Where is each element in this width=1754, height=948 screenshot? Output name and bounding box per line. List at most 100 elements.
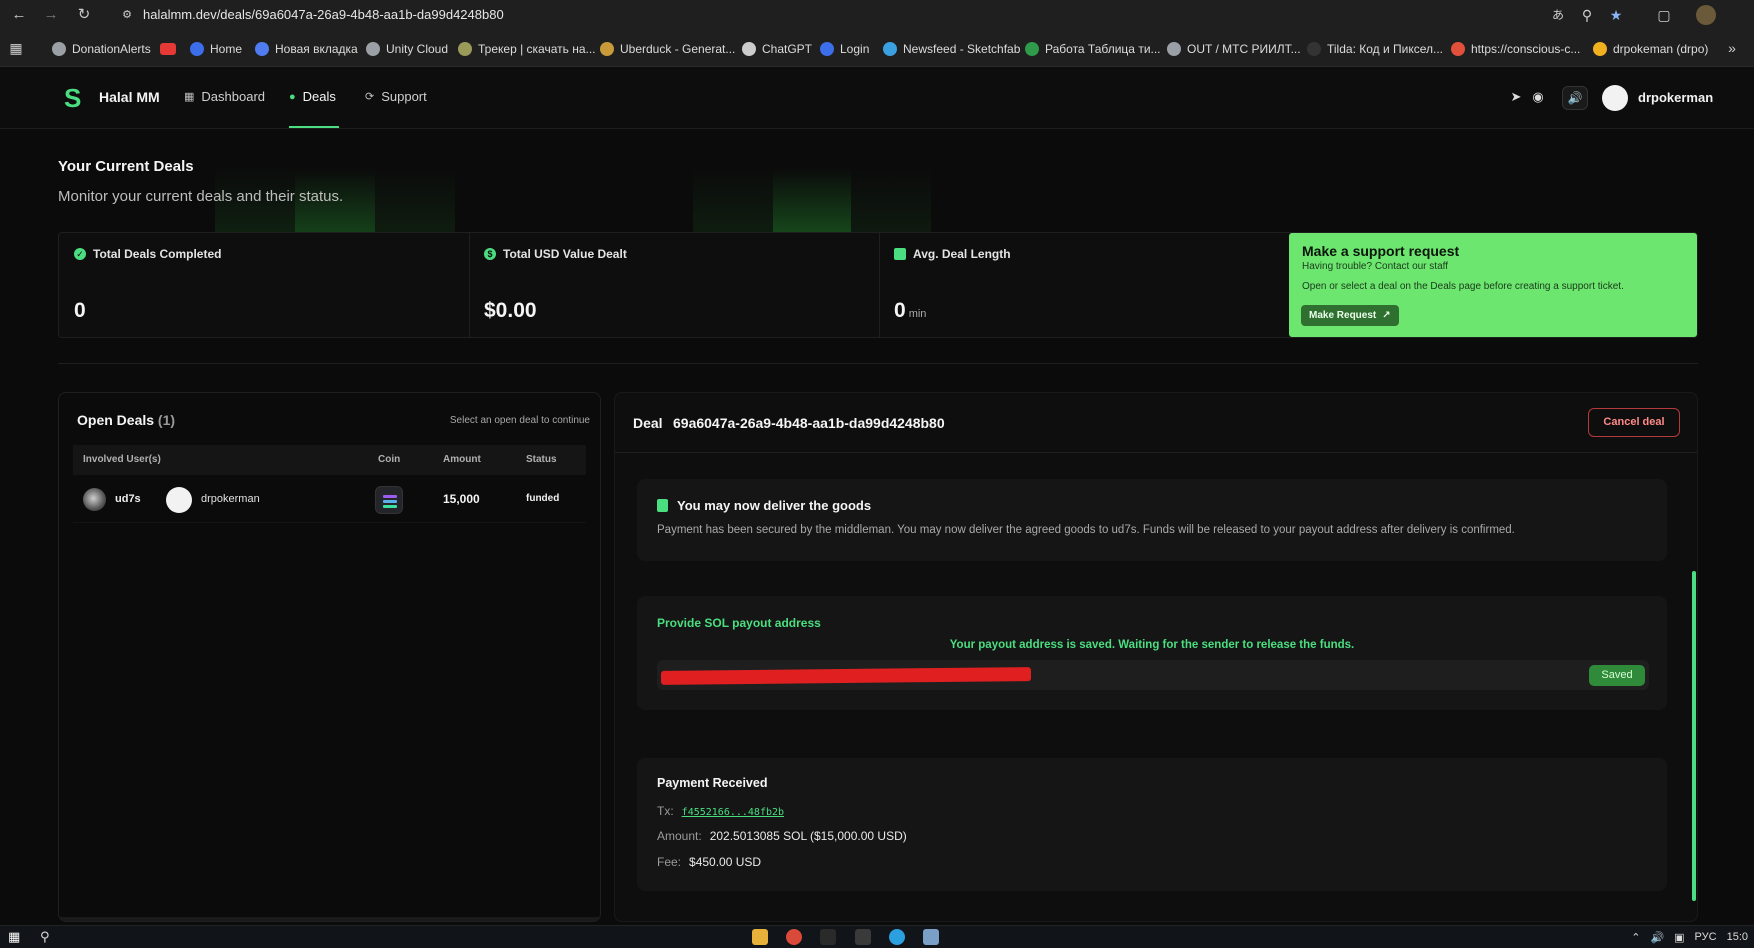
table-row[interactable]: ud7s drpokerman 15,000 funded — [73, 475, 586, 523]
bookmark-favicon-icon — [883, 42, 897, 56]
stat-label: Avg. Deal Length — [894, 247, 1011, 261]
telegram-icon[interactable] — [889, 929, 905, 945]
nav-support[interactable]: ⟳ Support — [365, 89, 427, 104]
apps-grid-icon[interactable]: ▦ — [6, 38, 26, 58]
bookmark-item[interactable]: Unity Cloud — [366, 40, 448, 58]
column-header: Involved User(s) — [83, 454, 161, 465]
sound-toggle-button[interactable]: 🔊 — [1562, 86, 1588, 110]
notice-body: Payment has been secured by the middlema… — [657, 524, 1515, 536]
divider — [58, 363, 1698, 364]
stat-avg-length: Avg. Deal Length 0 min — [879, 233, 1289, 337]
bookmark-star-icon[interactable]: ★ — [1606, 5, 1626, 25]
bookmark-item[interactable]: Новая вкладка — [255, 40, 358, 58]
bookmark-item[interactable]: Newsfeed - Sketchfab — [883, 40, 1020, 58]
scrollbar-thumb[interactable] — [1692, 571, 1696, 901]
column-header: Coin — [378, 454, 401, 465]
deal-detail-panel: Deal 69a6047a-26a9-4b48-aa1b-da99d4248b8… — [614, 392, 1698, 922]
fee-row: Fee: $450.00 USD — [657, 855, 761, 869]
browser-toolbar: ← → ↻ ⚙ halalmm.dev/deals/69a6047a-26a9-… — [0, 0, 1754, 30]
os-taskbar: ▦ ⚲ ⌃ 🔊 ▣ РУС 15:0 — [0, 925, 1754, 948]
app-header: S Halal MM ▦ Dashboard ● Deals ⟳ Support… — [0, 67, 1754, 129]
bookmark-item[interactable]: drpokeman (drpo) — [1593, 40, 1708, 58]
logo-icon[interactable]: S — [64, 84, 86, 112]
bookmark-item[interactable]: OUT / МТС РИИЛТ... — [1167, 40, 1301, 58]
network-icon[interactable]: ▣ — [1674, 931, 1684, 944]
amount-value: 202.5013085 SOL ($15,000.00 USD) — [709, 829, 907, 843]
cancel-deal-button[interactable]: Cancel deal — [1588, 408, 1680, 437]
amount-label: Amount: — [657, 829, 702, 843]
clock[interactable]: 15:0 — [1727, 931, 1748, 944]
table-header: Involved User(s) Coin Amount Status — [73, 445, 586, 475]
telegram-icon[interactable]: ➤ — [1507, 88, 1525, 106]
file-explorer-icon[interactable] — [752, 929, 768, 945]
translate-icon[interactable]: あ — [1548, 5, 1568, 25]
bookmark-label: drpokeman (drpo) — [1613, 42, 1709, 56]
payout-status: Your payout address is saved. Waiting fo… — [949, 639, 1355, 651]
active-nav-indicator — [289, 126, 339, 128]
profile-icon[interactable] — [1696, 5, 1716, 25]
saved-button[interactable]: Saved — [1589, 665, 1645, 686]
app-icon[interactable] — [820, 929, 836, 945]
bookmark-label: Tilda: Код и Пиксел... — [1327, 42, 1443, 56]
extensions-icon[interactable]: ▢ — [1654, 5, 1674, 25]
language-indicator[interactable]: РУС — [1695, 931, 1717, 944]
dollar-icon: $ — [484, 248, 496, 260]
make-request-button[interactable]: Make Request ↗ — [1301, 305, 1399, 326]
tray-chevron-icon[interactable]: ⌃ — [1631, 931, 1640, 944]
column-header: Amount — [443, 454, 481, 465]
app-icon[interactable] — [855, 929, 871, 945]
bookmark-label: https://conscious-c... — [1471, 42, 1581, 56]
support-description: Open or select a deal on the Deals page … — [1302, 281, 1624, 292]
payout-address-input[interactable]: Saved — [657, 660, 1649, 690]
bookmark-item[interactable]: https://conscious-c... — [1451, 40, 1580, 58]
site-info-icon[interactable]: ⚙ — [117, 5, 137, 25]
chrome-icon[interactable] — [786, 929, 802, 945]
brand-name[interactable]: Halal MM — [99, 89, 160, 105]
bookmark-favicon-icon — [600, 42, 614, 56]
button-label: Make Request — [1309, 310, 1377, 321]
bookmark-item[interactable]: ChatGPT — [742, 40, 812, 58]
bookmark-item[interactable]: Работа Таблица ти... — [1025, 40, 1161, 58]
url-text[interactable]: halalmm.dev/deals/69a6047a-26a9-4b48-aa1… — [143, 7, 504, 22]
username[interactable]: drpokerman — [1638, 90, 1713, 105]
deals-count: (1) — [157, 412, 176, 428]
bookmark-label: Newsfeed - Sketchfab — [903, 42, 1021, 56]
scrollbar[interactable] — [1692, 461, 1697, 915]
more-bookmarks-icon[interactable]: » — [1722, 38, 1742, 58]
scrollbar[interactable] — [59, 917, 600, 921]
solana-icon — [375, 486, 403, 514]
bookmark-item[interactable]: DonationAlerts — [52, 40, 151, 58]
bookmark-item[interactable]: Tilda: Код и Пиксел... — [1307, 40, 1443, 58]
nav-deals[interactable]: ● Deals — [289, 89, 336, 104]
open-deals-hint: Select an open deal to continue — [449, 415, 590, 426]
bookmark-favicon-icon — [1307, 42, 1321, 56]
hero-glow — [851, 168, 931, 232]
stat-number: 0 — [894, 299, 906, 322]
reload-icon[interactable]: ↻ — [73, 4, 95, 26]
avatar[interactable] — [1602, 85, 1628, 111]
volume-icon[interactable]: 🔊 — [1650, 931, 1664, 944]
support-icon: ⟳ — [365, 91, 375, 103]
support-title: Make a support request — [1302, 243, 1460, 259]
bookmark-item[interactable]: Трекер | скачать на... — [458, 40, 596, 58]
discord-icon[interactable]: ◉ — [1529, 88, 1547, 106]
forward-icon[interactable]: → — [40, 4, 62, 26]
back-icon[interactable]: ← — [8, 4, 30, 26]
bookmark-label: Uberduck - Generat... — [620, 42, 736, 56]
tx-link[interactable]: f4552166...48fb2b — [682, 807, 784, 818]
stat-label: $ Total USD Value Dealt — [484, 247, 627, 261]
notepad-icon[interactable] — [923, 929, 939, 945]
open-deals-title: Open Deals (1) — [77, 412, 175, 428]
payout-address-card: Provide SOL payout address Your payout a… — [637, 596, 1667, 710]
user-name: ud7s — [115, 493, 141, 505]
nav-label: Deals — [302, 89, 336, 104]
nav-dashboard[interactable]: ▦ Dashboard — [184, 89, 265, 104]
search-icon[interactable]: ⚲ — [40, 929, 56, 945]
bookmark-item[interactable] — [160, 40, 182, 58]
zoom-icon[interactable]: ⚲ — [1577, 5, 1597, 25]
windows-start-icon[interactable]: ▦ — [8, 929, 24, 945]
bookmark-item[interactable]: Home — [190, 40, 242, 58]
hero-glow — [693, 168, 773, 232]
bookmark-item[interactable]: Uberduck - Generat... — [600, 40, 735, 58]
bookmark-item[interactable]: Login — [820, 40, 869, 58]
